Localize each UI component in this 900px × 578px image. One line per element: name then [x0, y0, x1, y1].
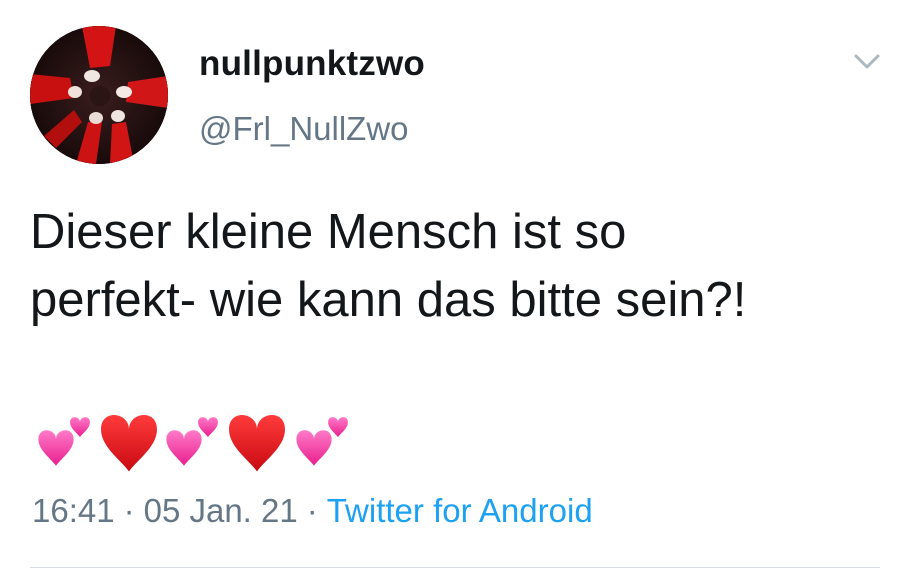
two-hearts-icon: [296, 417, 348, 466]
avatar[interactable]: [30, 26, 168, 164]
tweet-meta: 16:41 · 05 Jan. 21 · Twitter for Android: [32, 492, 593, 530]
two-hearts-icon: [166, 417, 218, 466]
tweet-text-line: Dieser kleine Mensch ist so: [30, 205, 627, 259]
emoji-row: [32, 408, 372, 478]
divider: [30, 567, 880, 568]
tweet-text-line: perfekt- wie kann das bitte sein?!: [30, 273, 747, 327]
tweet-source-link[interactable]: Twitter for Android: [327, 492, 593, 529]
meta-separator: ·: [123, 492, 135, 529]
profile-photo-red-legs: [30, 26, 168, 164]
red-heart-icon: [229, 415, 285, 472]
tweet-time[interactable]: 16:41: [32, 492, 115, 529]
meta-separator: ·: [306, 492, 318, 529]
tweet-text: Dieser kleine Mensch ist so perfekt- wie…: [30, 198, 880, 334]
chevron-down-icon[interactable]: [848, 46, 886, 78]
tweet-card: nullpunktzwo @Frl_NullZwo Dieser kleine …: [0, 0, 900, 578]
two-hearts-icon: [38, 417, 90, 466]
red-heart-icon: [101, 415, 157, 472]
display-name[interactable]: nullpunktzwo: [199, 44, 425, 84]
user-handle[interactable]: @Frl_NullZwo: [199, 110, 409, 148]
tweet-date[interactable]: 05 Jan. 21: [144, 492, 298, 529]
